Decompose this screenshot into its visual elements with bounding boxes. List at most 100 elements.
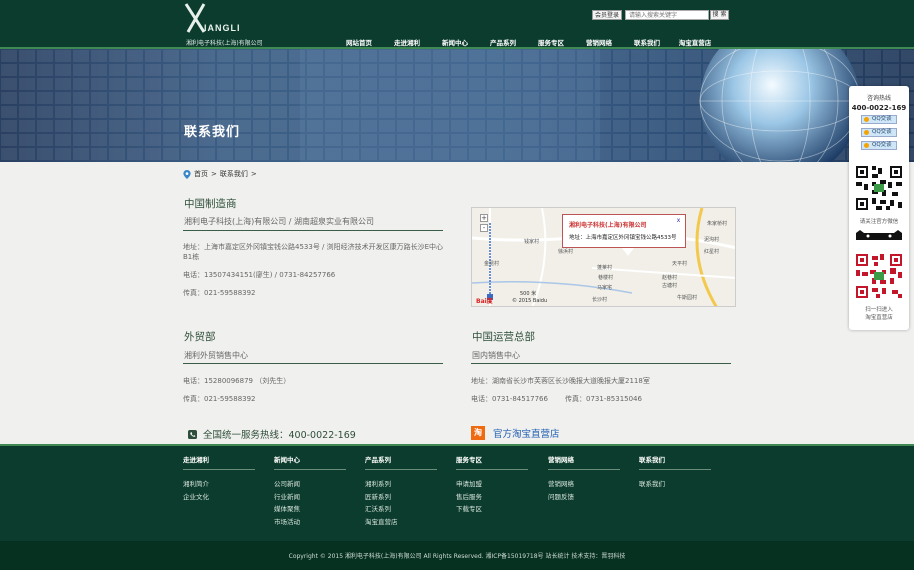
footer-link[interactable]: 售后服务 bbox=[456, 491, 528, 504]
footer-link[interactable]: 下载专区 bbox=[456, 503, 528, 516]
hotline: 全国统一服务热线：400-0022-169 bbox=[188, 427, 356, 441]
nav-item-home[interactable]: 网站首页 bbox=[335, 37, 383, 47]
map-zoom-control: + - bbox=[480, 214, 490, 234]
taobao-note: 淘宝直营店 bbox=[865, 315, 893, 321]
wechat-note: 请关注官方微信 bbox=[859, 219, 899, 225]
trade-subtitle: 湘利外贸销售中心 bbox=[184, 351, 248, 360]
footer-column-title[interactable]: 服务专区 bbox=[456, 454, 528, 470]
china-made-phone: 电话：13507434151(廖生) / 0731-84257766 bbox=[183, 271, 336, 279]
banner: 联系我们 bbox=[0, 49, 914, 162]
map-place-label: 马家宅 bbox=[597, 285, 613, 291]
hq-address: 地址：湖南省长沙市芙蓉区长沙晚报大道晚报大厦2118室 bbox=[471, 377, 650, 385]
footer-link[interactable]: 企业文化 bbox=[183, 491, 255, 504]
location-pin-icon bbox=[183, 169, 191, 179]
footer-link[interactable]: 营销网络 bbox=[548, 478, 620, 491]
map-place-label: 金昆村 bbox=[484, 261, 500, 267]
trade-fax: 传真：021-59588392 bbox=[183, 395, 256, 403]
map-place-label: 泥沟村 bbox=[704, 237, 720, 243]
map-place-label: 巷楼村 bbox=[598, 275, 614, 281]
zoom-in-button[interactable]: + bbox=[480, 214, 488, 222]
close-icon[interactable]: x bbox=[675, 218, 682, 225]
nav-item-taobao[interactable]: 淘宝直营店 bbox=[671, 37, 719, 47]
qq-chat-label: QQ交谈 bbox=[872, 142, 892, 148]
taobao-store-text[interactable]: 官方淘宝直营店 bbox=[493, 426, 560, 440]
zoom-out-button[interactable]: - bbox=[480, 224, 488, 232]
hq-phone: 电话：0731-84517766 bbox=[471, 395, 548, 403]
map-place-label: 长沙村 bbox=[592, 297, 608, 303]
footer-column-network: 营销网络 营销网络 问题反馈 bbox=[548, 454, 620, 503]
footer-link[interactable]: 汇沃系列 bbox=[365, 503, 437, 516]
breadcrumb-home[interactable]: 首页 bbox=[194, 169, 208, 179]
breadcrumb-current[interactable]: 联系我们 bbox=[220, 169, 248, 179]
map-popup-title: 湘利电子科技(上海)有限公司 bbox=[569, 222, 647, 229]
search-input[interactable] bbox=[625, 10, 709, 20]
tmall-cat-icon bbox=[856, 230, 902, 240]
map-place-label: 古塘村 bbox=[662, 283, 678, 289]
logo[interactable]: IANGLI 湘利电子科技(上海)有限公司 bbox=[184, 2, 274, 48]
breadcrumb-separator: > bbox=[250, 170, 257, 178]
logo-x-icon bbox=[184, 3, 206, 33]
breadcrumb: 首页 > 联系我们 > bbox=[183, 169, 257, 179]
footer-link[interactable]: 申请加盟 bbox=[456, 478, 528, 491]
footer-link[interactable]: 湘利系列 bbox=[365, 478, 437, 491]
nav-item-service[interactable]: 服务专区 bbox=[527, 37, 575, 47]
logo-company-name: 湘利电子科技(上海)有限公司 bbox=[186, 40, 263, 47]
hq-fax: 传真：0731-85315046 bbox=[565, 395, 642, 403]
section-divider bbox=[471, 363, 731, 364]
member-login-button[interactable]: 会员登录 bbox=[592, 10, 623, 20]
qq-chat-label: QQ交谈 bbox=[872, 116, 892, 122]
qq-icon bbox=[864, 117, 869, 122]
footer-column-title[interactable]: 走进湘利 bbox=[183, 454, 255, 470]
footer-link[interactable]: 媒体聚焦 bbox=[274, 503, 346, 516]
footer-link[interactable]: 行业新闻 bbox=[274, 491, 346, 504]
search-button[interactable]: 搜 索 bbox=[710, 10, 729, 20]
qq-chat-label: QQ交谈 bbox=[872, 129, 892, 135]
taobao-store-link[interactable]: 淘 官方淘宝直营店 bbox=[471, 426, 560, 440]
map-popup-pointer bbox=[622, 248, 634, 256]
china-made-fax: 传真：021-59588392 bbox=[183, 289, 256, 297]
footer-link[interactable]: 湘利简介 bbox=[183, 478, 255, 491]
china-made-subtitle: 湘利电子科技(上海)有限公司 / 湖南超泉实业有限公司 bbox=[184, 217, 375, 226]
footer-link[interactable]: 公司新闻 bbox=[274, 478, 346, 491]
china-made-address: 地址：上海市嘉定区外冈镇宝钱公路4533号 / 浏阳经济技术开发区康万路长沙E中… bbox=[183, 243, 444, 261]
map-scale: 500 米 bbox=[520, 291, 537, 297]
hq-title: 中国运营总部 bbox=[472, 331, 535, 343]
taobao-note: 扫一扫进入 bbox=[865, 307, 893, 313]
footer-link[interactable]: 淘宝直营店 bbox=[365, 516, 437, 529]
footer-column-about: 走进湘利 湘利简介 企业文化 bbox=[183, 454, 255, 503]
baidu-logo: Bai度 bbox=[476, 298, 493, 305]
taobao-qr-code-icon bbox=[854, 252, 904, 300]
map-place-label: 牛斯园村 bbox=[677, 295, 698, 301]
nav-item-network[interactable]: 营销网络 bbox=[575, 37, 623, 47]
footer-link[interactable]: 联系我们 bbox=[639, 478, 711, 491]
main-nav: 网站首页 走进湘利 新闻中心 产品系列 服务专区 营销网络 联系我们 淘宝直营店 bbox=[335, 37, 719, 47]
nav-item-news[interactable]: 新闻中心 bbox=[431, 37, 479, 47]
baidu-map[interactable]: + - 朱家桥村 钱家村 泥沟村 徐浜村 红星村 金昆村 天平村 蓬莱村 赵巷村… bbox=[471, 207, 736, 307]
nav-item-contact[interactable]: 联系我们 bbox=[623, 37, 671, 47]
nav-item-about[interactable]: 走进湘利 bbox=[383, 37, 431, 47]
footer-column-title[interactable]: 新闻中心 bbox=[274, 454, 346, 470]
map-popup-address: 地址：上海市嘉定区外冈镇宝钱公路4533号 bbox=[569, 235, 677, 241]
logo-word: IANGLI bbox=[204, 23, 241, 33]
footer-column-title[interactable]: 联系我们 bbox=[639, 454, 711, 470]
footer-link[interactable]: 匠新系列 bbox=[365, 491, 437, 504]
footer-link[interactable]: 市场活动 bbox=[274, 516, 346, 529]
section-divider bbox=[183, 363, 443, 364]
footer-column-service: 服务专区 申请加盟 售后服务 下载专区 bbox=[456, 454, 528, 516]
map-place-label: 钱家村 bbox=[524, 239, 540, 245]
trade-title: 外贸部 bbox=[184, 331, 216, 343]
map-place-label: 红星村 bbox=[704, 249, 720, 255]
breadcrumb-separator: > bbox=[211, 170, 217, 178]
footer-link[interactable]: 问题反馈 bbox=[548, 491, 620, 504]
banner-title: 联系我们 bbox=[184, 125, 241, 140]
footer-column-title[interactable]: 营销网络 bbox=[548, 454, 620, 470]
footer-column-title[interactable]: 产品系列 bbox=[365, 454, 437, 470]
taobao-icon: 淘 bbox=[471, 426, 485, 440]
side-panel-title: 咨询热线 bbox=[866, 95, 891, 102]
map-place-label: 赵巷村 bbox=[662, 275, 678, 281]
qq-chat-button[interactable]: QQ交谈 bbox=[861, 115, 897, 124]
qq-chat-button[interactable]: QQ交谈 bbox=[861, 141, 897, 150]
copyright-text: Copyright © 2015 湘利电子科技(上海)有限公司 All Righ… bbox=[288, 553, 626, 560]
qq-chat-button[interactable]: QQ交谈 bbox=[861, 128, 897, 137]
nav-item-products[interactable]: 产品系列 bbox=[479, 37, 527, 47]
